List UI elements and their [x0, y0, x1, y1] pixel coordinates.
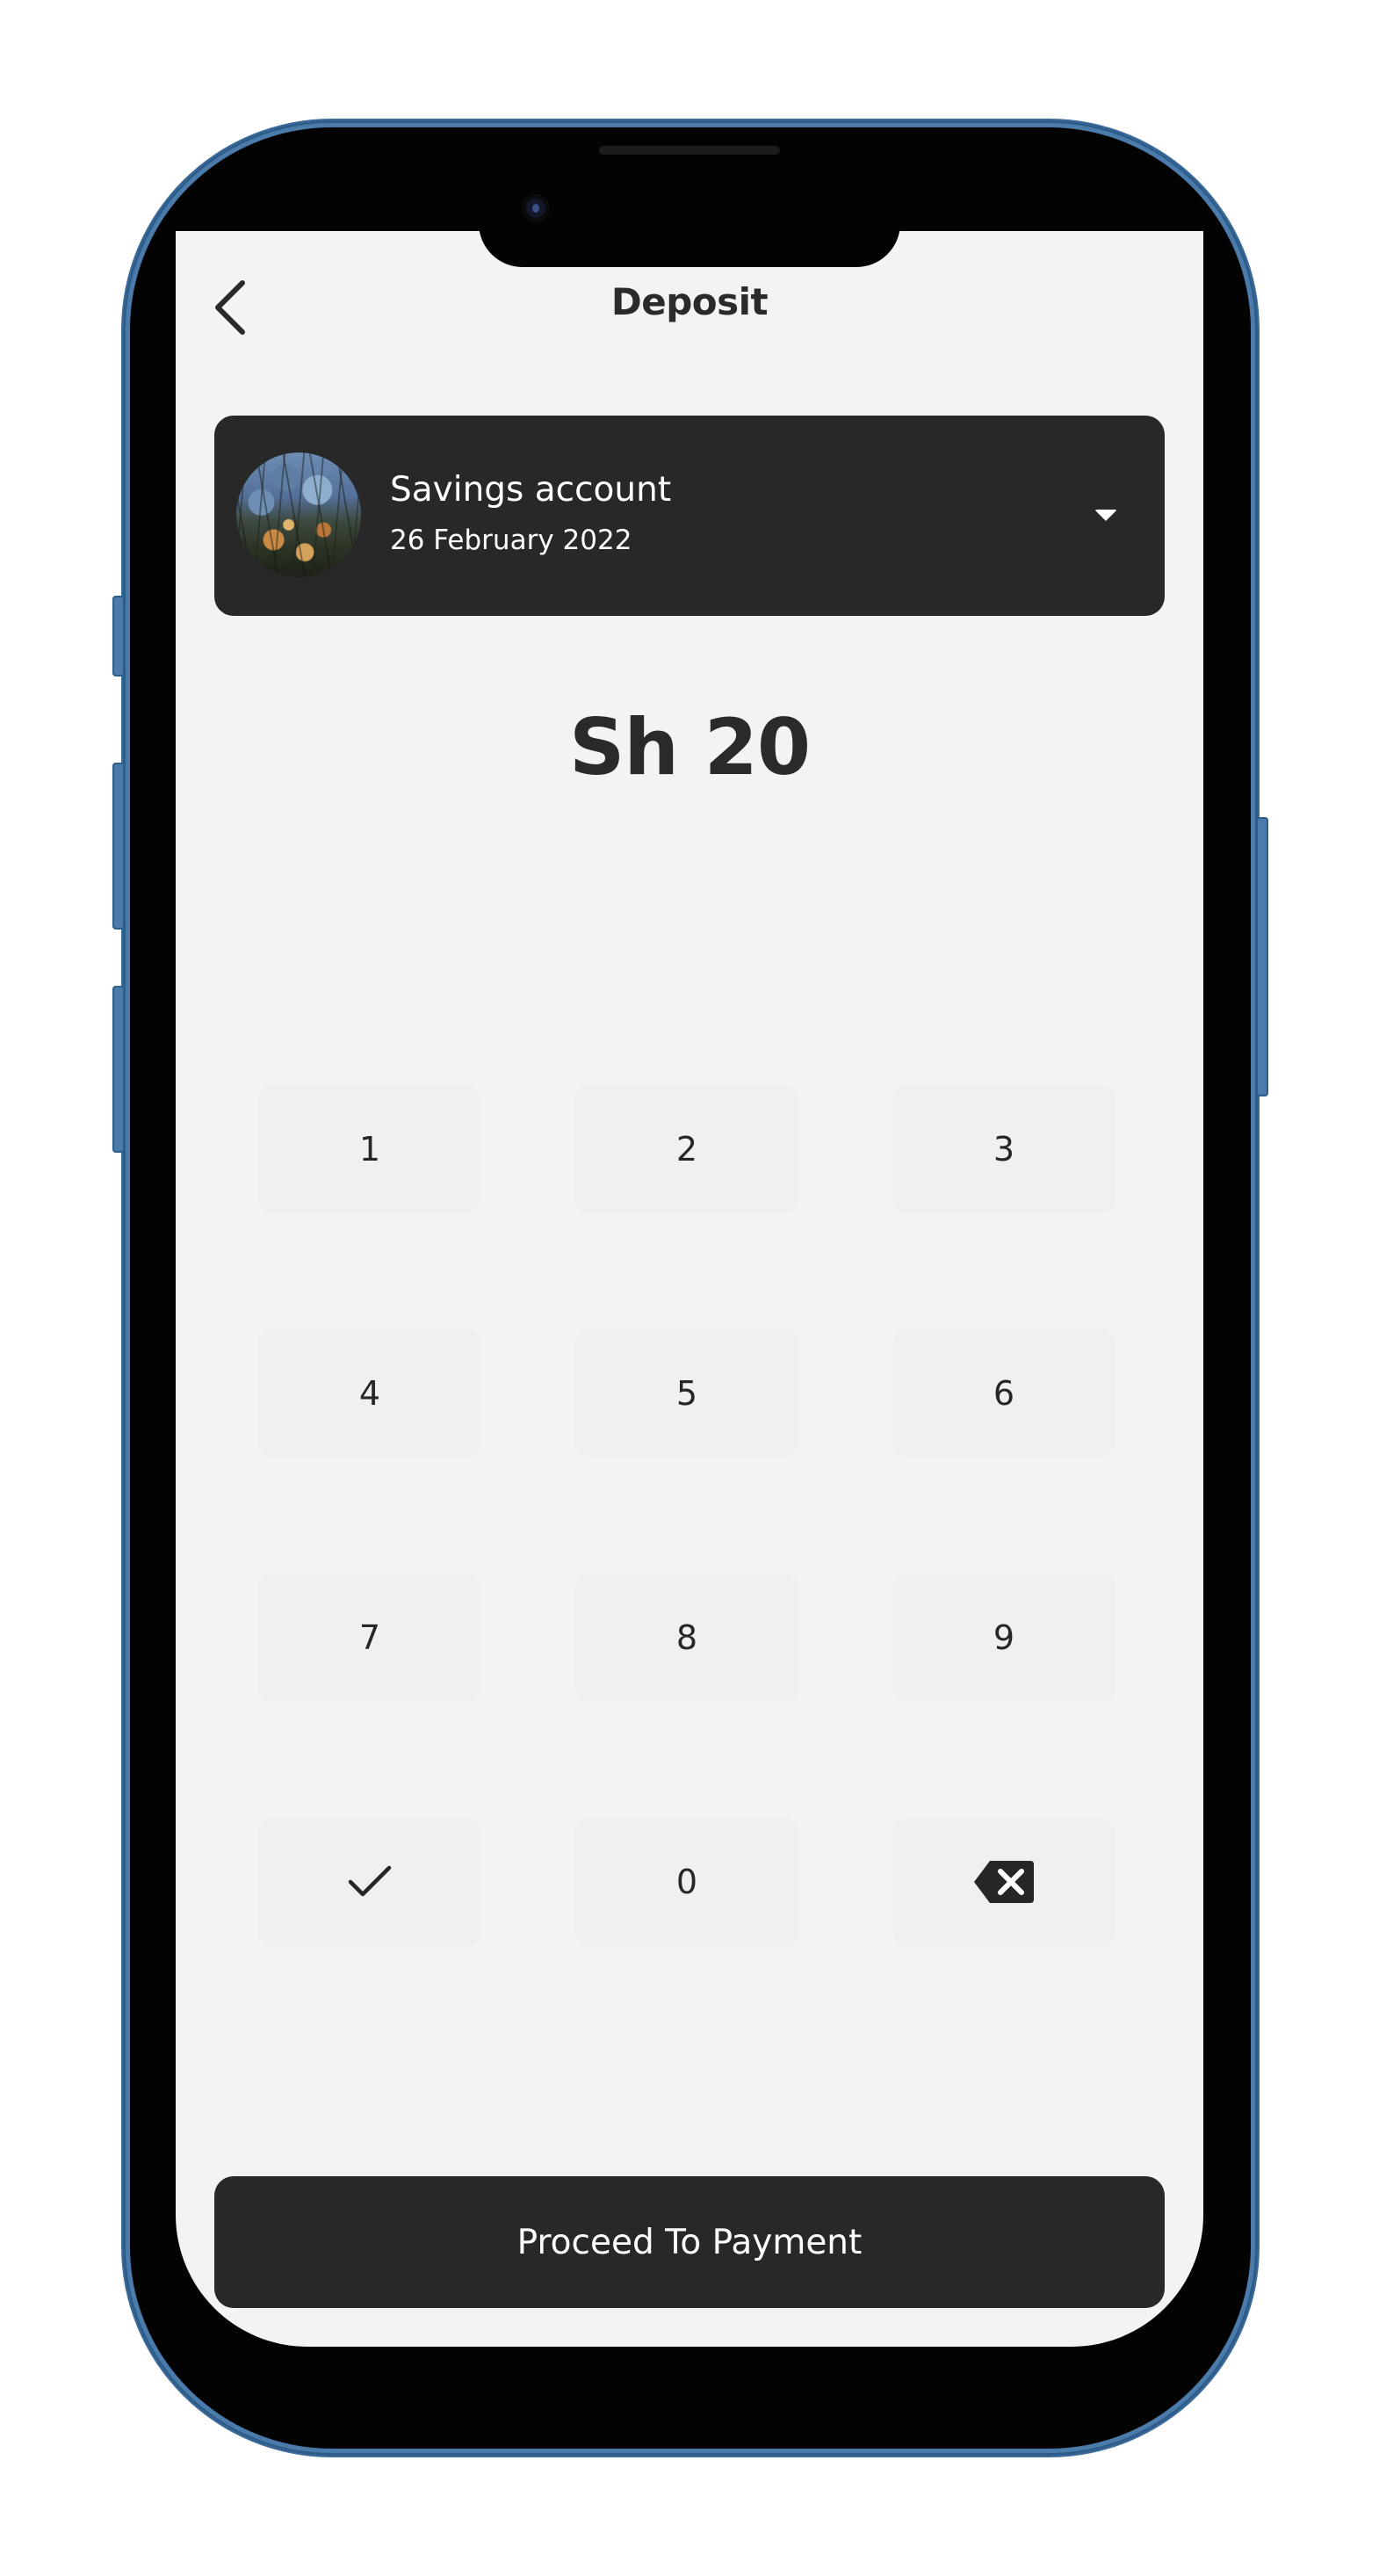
- amount-display: Sh 20: [568, 702, 811, 792]
- key-label: 2: [675, 1130, 698, 1169]
- notch: [479, 223, 900, 267]
- page-title: Deposit: [610, 280, 769, 323]
- key-8[interactable]: 8: [575, 1574, 798, 1702]
- key-2[interactable]: 2: [575, 1085, 798, 1213]
- key-label: 7: [358, 1618, 381, 1657]
- key-label: 9: [993, 1618, 1015, 1657]
- numeric-keypad: 1 2 3 4 5 6 7 8 9 0: [258, 1085, 1123, 1957]
- account-selector[interactable]: Savings account 26 February 2022: [214, 416, 1165, 616]
- key-label: 1: [358, 1130, 381, 1169]
- account-date: 26 February 2022: [390, 525, 632, 556]
- check-icon: [348, 1865, 392, 1897]
- phone-mockup: Deposit Savings account 26 February 2022…: [0, 0, 1379, 2576]
- confirm-key[interactable]: [258, 1818, 481, 1946]
- volume-down-button: [112, 986, 125, 1153]
- proceed-to-payment-button[interactable]: Proceed To Payment: [214, 2176, 1165, 2308]
- mute-switch: [112, 596, 125, 677]
- backspace-icon: [974, 1861, 1034, 1903]
- delete-key[interactable]: [892, 1818, 1115, 1946]
- key-5[interactable]: 5: [575, 1329, 798, 1458]
- key-3[interactable]: 3: [892, 1085, 1115, 1213]
- key-label: 5: [675, 1374, 698, 1413]
- key-9[interactable]: 9: [892, 1574, 1115, 1702]
- key-0[interactable]: 0: [575, 1818, 798, 1946]
- key-6[interactable]: 6: [892, 1329, 1115, 1458]
- key-label: 0: [675, 1863, 698, 1901]
- speaker-grille: [599, 146, 780, 155]
- key-label: 3: [993, 1130, 1015, 1169]
- app-screen: Deposit Savings account 26 February 2022…: [176, 231, 1203, 2347]
- volume-up-button: [112, 763, 125, 930]
- key-7[interactable]: 7: [258, 1574, 481, 1702]
- account-name: Savings account: [390, 470, 672, 510]
- key-label: 4: [358, 1374, 381, 1413]
- key-label: 6: [993, 1374, 1015, 1413]
- key-4[interactable]: 4: [258, 1329, 481, 1458]
- caret-down-icon: [1094, 510, 1117, 521]
- front-camera: [522, 194, 550, 222]
- key-1[interactable]: 1: [258, 1085, 481, 1213]
- account-avatar: [236, 452, 361, 577]
- key-label: 8: [675, 1618, 698, 1657]
- power-button: [1256, 817, 1268, 1096]
